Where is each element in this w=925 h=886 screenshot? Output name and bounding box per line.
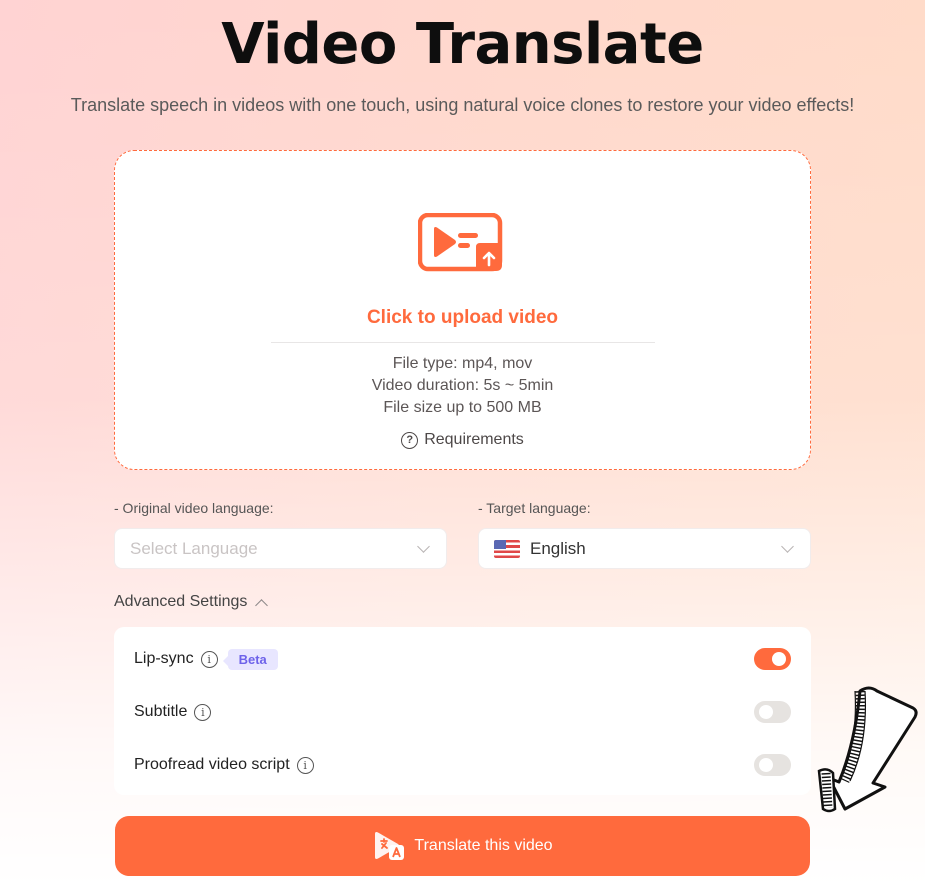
chevron-down-icon [417, 540, 430, 553]
info-icon[interactable]: i [296, 756, 314, 774]
translate-video-button[interactable]: Translate this video [115, 816, 810, 876]
original-language-label: - Original video language: [114, 500, 274, 516]
setting-label: Proofread video script [134, 756, 290, 773]
chevron-up-icon [255, 598, 269, 612]
original-language-select[interactable]: Select Language [114, 528, 447, 569]
setting-label: Subtitle [134, 703, 188, 720]
upload-dropzone[interactable]: Click to upload video File type: mp4, mo… [114, 150, 811, 470]
toggle-knob [759, 758, 773, 772]
setting-row-subtitle: Subtitle i [134, 697, 791, 727]
lip-sync-toggle[interactable] [754, 648, 791, 670]
translate-icon [375, 832, 405, 860]
target-language-value: English [530, 538, 586, 558]
advanced-settings-label: Advanced Settings [114, 593, 248, 610]
upload-requirements-info: File type: mp4, mov Video duration: 5s ~… [115, 353, 810, 419]
setting-row-proofread: Proofread video script i [134, 750, 791, 780]
divider [271, 342, 655, 343]
page-title: Video Translate [221, 12, 704, 77]
requirements-link[interactable]: ? Requirements [115, 431, 810, 449]
proofread-toggle[interactable] [754, 754, 791, 776]
chevron-down-icon [781, 540, 794, 553]
subtitle-toggle[interactable] [754, 701, 791, 723]
info-icon[interactable]: i [194, 703, 212, 721]
upload-cta[interactable]: Click to upload video [115, 307, 810, 329]
page-subtitle: Translate speech in videos with one touc… [70, 95, 855, 115]
original-language-placeholder: Select Language [130, 538, 258, 558]
setting-label: Lip-sync [134, 650, 194, 667]
beta-badge: Beta [222, 648, 278, 670]
hand-drawn-arrow-icon [817, 686, 918, 813]
question-circle-icon: ? [401, 431, 419, 449]
us-flag-icon [494, 539, 520, 558]
video-upload-icon [418, 213, 503, 272]
target-language-select[interactable]: English [478, 528, 811, 569]
target-language-label: - Target language: [478, 500, 591, 516]
file-size-text: File size up to 500 MB [383, 399, 542, 416]
info-icon[interactable]: i [200, 650, 218, 668]
advanced-settings-toggle[interactable]: Advanced Settings [114, 593, 269, 612]
advanced-settings-panel: Lip-sync i Beta Subtitle i Proofread vid… [114, 627, 811, 795]
requirements-label: Requirements [424, 431, 524, 448]
translate-button-label: Translate this video [414, 837, 553, 854]
toggle-knob [772, 652, 786, 666]
file-type-text: File type: mp4, mov [392, 355, 533, 372]
toggle-knob [759, 705, 773, 719]
duration-text: Video duration: 5s ~ 5min [371, 377, 554, 394]
setting-row-lip-sync: Lip-sync i Beta [134, 644, 791, 674]
